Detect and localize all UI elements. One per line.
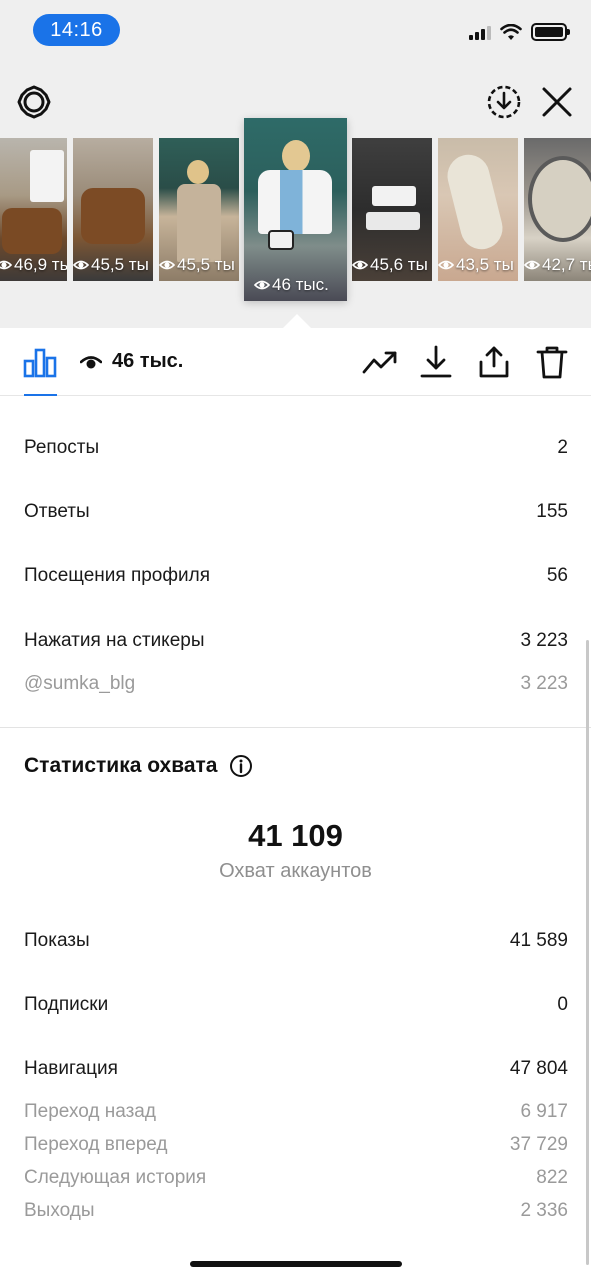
stat-label: Нажатия на стикеры bbox=[24, 630, 205, 651]
reach-section-title: Статистика охвата bbox=[24, 754, 253, 778]
stat-value: 2 336 bbox=[520, 1200, 568, 1221]
accounts-reached-number: 41 109 bbox=[248, 818, 343, 853]
eye-icon bbox=[352, 260, 368, 270]
stat-value: 2 bbox=[557, 437, 568, 458]
close-icon[interactable] bbox=[539, 84, 575, 120]
stat-label: Репосты bbox=[24, 437, 100, 458]
stat-value: 822 bbox=[536, 1167, 568, 1188]
status-bar: 14:16 bbox=[0, 0, 591, 60]
delete-trash-icon[interactable] bbox=[534, 344, 570, 380]
accounts-reached-label: Охват аккаунтов bbox=[219, 860, 372, 882]
stat-value: 41 589 bbox=[509, 930, 568, 951]
battery-icon bbox=[531, 23, 570, 41]
story-views: 45,5 ты bbox=[91, 255, 149, 274]
scrollbar[interactable] bbox=[586, 640, 589, 1265]
trending-up-icon[interactable] bbox=[362, 344, 398, 380]
eye-icon bbox=[73, 260, 89, 270]
stat-value: 56 bbox=[546, 565, 568, 586]
story-thumbnail[interactable]: 45,5 ты bbox=[159, 138, 239, 281]
story-thumbnail[interactable]: 45,6 ты bbox=[352, 138, 432, 281]
eye-icon bbox=[0, 260, 12, 270]
stat-value: 3 223 bbox=[520, 630, 568, 651]
stat-row-follows: Подписки 0 bbox=[24, 994, 568, 1016]
insights-bar-chart-icon[interactable] bbox=[22, 344, 58, 380]
story-thumbnail[interactable]: 43,5 ты bbox=[438, 138, 518, 281]
stat-label: Ответы bbox=[24, 501, 90, 522]
stat-value: 37 729 bbox=[509, 1134, 568, 1155]
stat-label: Выходы bbox=[24, 1200, 95, 1221]
stat-label: Подписки bbox=[24, 994, 109, 1015]
story-toolbar: 46 тыс. bbox=[0, 328, 591, 396]
stat-row-sticker-taps: Нажатия на стикеры 3 223 bbox=[24, 630, 568, 652]
stat-row-reposts: Репосты 2 bbox=[24, 437, 568, 459]
download-circle-icon[interactable] bbox=[486, 84, 522, 120]
views-count: 46 тыс. bbox=[112, 350, 184, 372]
section-divider bbox=[0, 727, 591, 728]
eye-icon bbox=[438, 260, 454, 270]
info-icon[interactable] bbox=[229, 754, 253, 778]
eye-icon bbox=[80, 355, 102, 368]
story-views: 45,5 ты bbox=[177, 255, 235, 274]
stat-label: @sumka_blg bbox=[24, 673, 136, 694]
stat-row-forward: Переход вперед 37 729 bbox=[24, 1134, 568, 1156]
eye-icon bbox=[159, 260, 175, 270]
story-thumbnail[interactable]: 46,9 ты bbox=[0, 138, 67, 281]
story-views: 42,7 ты bbox=[542, 255, 591, 274]
wifi-icon bbox=[500, 23, 522, 40]
stat-row-back: Переход назад 6 917 bbox=[24, 1101, 568, 1123]
reach-title-text: Статистика охвата bbox=[24, 754, 218, 777]
stat-label: Переход вперед bbox=[24, 1134, 168, 1155]
stat-row-next-story: Следующая история 822 bbox=[24, 1167, 568, 1189]
stat-row-profile-visits: Посещения профиля 56 bbox=[24, 565, 568, 587]
home-indicator[interactable] bbox=[190, 1261, 402, 1267]
stat-label: Посещения профиля bbox=[24, 565, 210, 586]
eye-icon bbox=[524, 260, 540, 270]
settings-gear-icon[interactable] bbox=[16, 84, 52, 120]
stat-row-impressions: Показы 41 589 bbox=[24, 930, 568, 952]
story-thumbnail[interactable]: 42,7 ты bbox=[524, 138, 591, 281]
selected-pointer bbox=[283, 314, 311, 328]
eye-icon bbox=[254, 280, 270, 290]
stat-row-navigation: Навигация 47 804 bbox=[24, 1058, 568, 1080]
story-views: 43,5 ты bbox=[456, 255, 514, 274]
stat-row-exits: Выходы 2 336 bbox=[24, 1200, 568, 1222]
stat-label: Следующая история bbox=[24, 1167, 207, 1188]
stat-label: Навигация bbox=[24, 1058, 118, 1079]
stat-value: 0 bbox=[557, 994, 568, 1015]
share-icon[interactable] bbox=[476, 344, 512, 380]
stat-value: 6 917 bbox=[520, 1101, 568, 1122]
cellular-signal-icon bbox=[469, 24, 491, 40]
story-views: 45,6 ты bbox=[370, 255, 428, 274]
stat-value: 3 223 bbox=[520, 673, 568, 694]
download-icon[interactable] bbox=[418, 344, 454, 380]
story-views: 46,9 ты bbox=[14, 255, 67, 274]
stat-row-mention-sticker: @sumka_blg 3 223 bbox=[24, 673, 568, 695]
active-tab-indicator bbox=[24, 394, 57, 396]
views-summary: 46 тыс. bbox=[80, 350, 183, 373]
status-time[interactable]: 14:16 bbox=[33, 14, 120, 46]
stat-value: 155 bbox=[536, 501, 568, 522]
stat-row-replies: Ответы 155 bbox=[24, 501, 568, 523]
story-thumbnail[interactable]: 45,5 ты bbox=[73, 138, 153, 281]
stat-value: 47 804 bbox=[509, 1058, 568, 1079]
stat-label: Переход назад bbox=[24, 1101, 156, 1122]
story-views: 46 тыс. bbox=[272, 275, 329, 294]
stat-label: Показы bbox=[24, 930, 90, 951]
story-thumbnail-selected[interactable]: 46 тыс. bbox=[244, 118, 347, 301]
